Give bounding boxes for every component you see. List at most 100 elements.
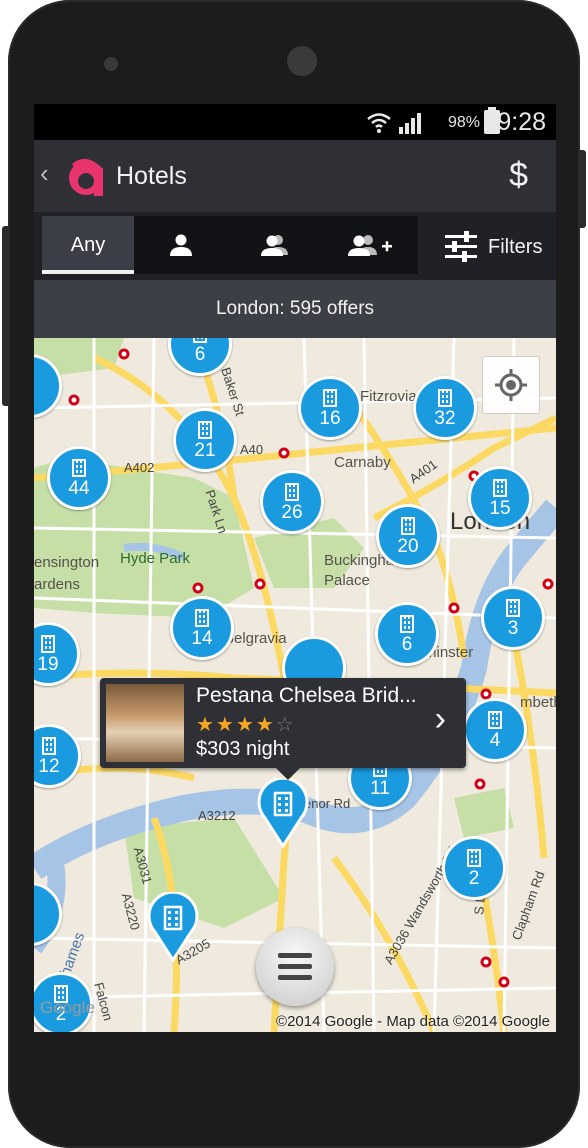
hotel-icon — [41, 635, 55, 653]
label-lambeth: mbeth — [520, 694, 556, 711]
hotel-icon — [195, 609, 209, 627]
star-rating: ★★★★☆ — [196, 712, 296, 737]
action-bar: ‹ Hotels $ — [34, 140, 556, 213]
hotel-cluster[interactable]: 4 — [463, 698, 527, 762]
hotel-icon — [401, 517, 415, 535]
hotel-icon — [400, 615, 414, 633]
hotel-icon — [323, 389, 337, 407]
cluster-count: 20 — [397, 536, 419, 557]
cluster-count: 15 — [489, 498, 511, 519]
hotel-icon — [198, 421, 212, 439]
volume-button — [2, 226, 8, 406]
menu-button[interactable] — [256, 928, 334, 1006]
hotel-pin[interactable] — [146, 892, 200, 962]
crosshair-icon — [495, 369, 527, 401]
hotel-pin-selected[interactable] — [256, 778, 310, 848]
screen: 98% 19:28 ‹ Hotels $ Any Filters London:… — [34, 104, 556, 1032]
hotel-icon — [72, 459, 86, 477]
menu-icon-line — [278, 953, 312, 958]
hotel-icon — [467, 849, 481, 867]
hotel-cluster[interactable]: 16 — [298, 376, 362, 440]
cluster-count: 16 — [319, 408, 341, 429]
chevron-left-icon[interactable]: ‹ — [40, 158, 49, 189]
hotel-icon — [438, 389, 452, 407]
cluster-count: 32 — [434, 408, 456, 429]
cluster-count: 19 — [37, 654, 59, 675]
hotel-cluster[interactable]: 15 — [468, 466, 532, 530]
google-watermark: Google — [40, 998, 95, 1017]
label-kensington: ensington — [34, 554, 100, 571]
menu-icon-line — [278, 964, 312, 969]
cluster-count: 12 — [38, 756, 60, 777]
star-empty-icon: ☆ — [275, 714, 296, 736]
cluster-count: 14 — [191, 628, 213, 649]
hotel-cluster[interactable]: 3 — [481, 586, 545, 650]
battery-percent: 98% — [447, 114, 480, 131]
cluster-count: 4 — [489, 730, 501, 751]
hotel-cluster[interactable]: 26 — [260, 470, 324, 534]
cluster-count: 26 — [281, 502, 303, 523]
park-south — [454, 788, 514, 838]
label-fitzrovia: Fitzrovia — [360, 388, 417, 405]
cluster-count: 2 — [468, 868, 480, 889]
guest-tab-bar: Any Filters — [34, 212, 556, 280]
wifi-icon — [367, 113, 391, 133]
currency-button[interactable]: $ — [509, 156, 528, 195]
offers-count: London: 595 offers — [34, 280, 556, 338]
filters-button[interactable]: Filters — [444, 224, 556, 270]
status-bar: 98% 19:28 — [34, 104, 556, 140]
label-gardens: ardens — [34, 576, 80, 593]
clock: 19:28 — [483, 108, 546, 136]
page-title: Hotels — [116, 162, 187, 190]
road-a402: A402 — [124, 460, 155, 475]
road-grosvenor-rd: enor Rd — [304, 796, 351, 811]
earpiece — [104, 57, 118, 71]
chevron-right-icon[interactable]: › — [435, 700, 446, 739]
hotel-thumbnail — [106, 684, 184, 762]
tab-two-guests[interactable] — [228, 216, 322, 274]
hotel-icon — [42, 737, 56, 755]
hotel-icon — [193, 338, 207, 343]
road-a3212: A3212 — [198, 808, 236, 823]
tab-group[interactable] — [322, 216, 418, 274]
tab-one-guest[interactable] — [134, 216, 228, 274]
label-carnaby: Carnaby — [334, 454, 391, 471]
cluster-count: 11 — [370, 778, 390, 799]
hotel-price: $303 night — [196, 738, 290, 760]
front-camera — [287, 46, 317, 76]
hotel-icon — [493, 479, 507, 497]
cluster-count: 6 — [194, 344, 206, 365]
hotel-cluster[interactable]: 14 — [170, 596, 234, 660]
cluster-count: 3 — [507, 618, 519, 639]
label-palace: Palace — [324, 572, 370, 589]
signal-icon — [399, 113, 421, 134]
filters-label: Filters — [488, 236, 543, 258]
hotel-cluster[interactable]: 2 — [442, 836, 506, 900]
hotel-cluster[interactable]: 44 — [47, 446, 111, 510]
hotel-cluster[interactable]: 20 — [376, 504, 440, 568]
hotel-cluster[interactable]: 32 — [413, 376, 477, 440]
tab-any[interactable]: Any — [42, 216, 134, 274]
hotel-icon — [285, 483, 299, 501]
label-hyde-park: Hyde Park — [120, 550, 191, 567]
app-logo[interactable] — [66, 154, 106, 198]
hotel-icon — [488, 711, 502, 729]
power-button — [580, 150, 586, 228]
group-plus-icon — [348, 235, 392, 256]
menu-icon-line — [278, 975, 312, 980]
hotel-icon — [506, 599, 520, 617]
my-location-button[interactable] — [482, 356, 540, 414]
cluster-count: 21 — [194, 440, 216, 461]
sliders-icon — [445, 231, 477, 262]
hotel-cluster[interactable]: 6 — [375, 602, 439, 666]
cluster-count: 44 — [68, 478, 90, 499]
star-icon: ★★★★ — [196, 714, 276, 736]
map-attribution: ©2014 Google - Map data ©2014 Google — [276, 1013, 550, 1030]
hotel-name: Pestana Chelsea Brid... — [196, 684, 417, 707]
road-a40: A40 — [240, 442, 264, 457]
two-people-icon — [261, 235, 288, 256]
hotel-cluster[interactable]: 21 — [173, 408, 237, 472]
hotel-info-popup[interactable]: Pestana Chelsea Brid... ★★★★☆ $303 night… — [100, 678, 466, 780]
map-view[interactable]: Fitzrovia Carnaby London Hyde Park ensin… — [34, 338, 556, 1032]
one-person-icon — [170, 234, 192, 256]
